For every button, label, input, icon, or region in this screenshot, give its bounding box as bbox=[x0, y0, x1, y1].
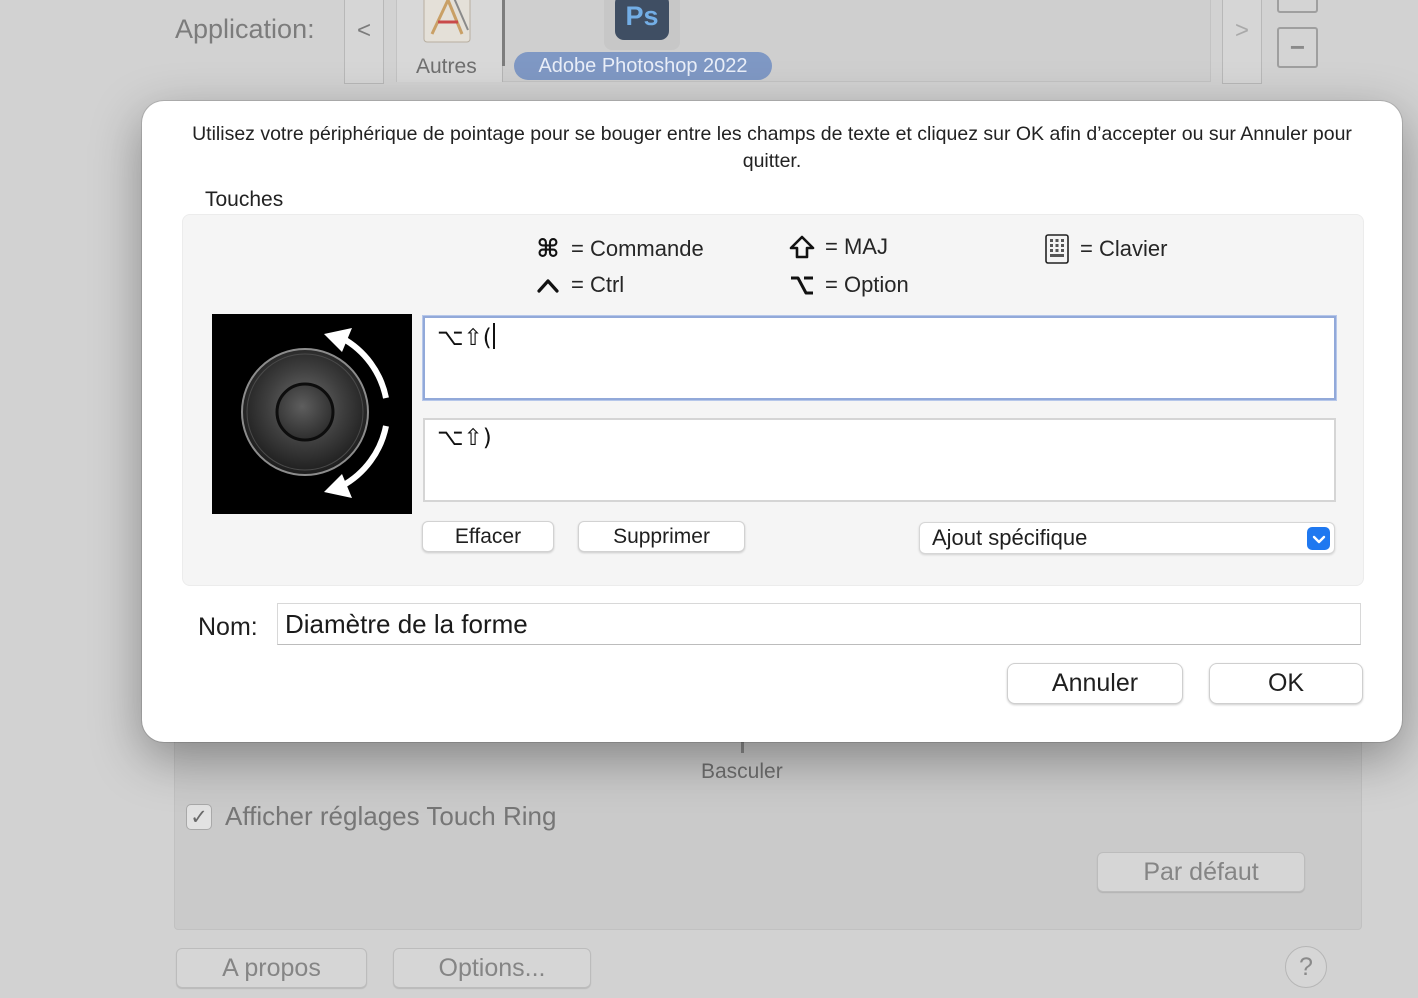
applications-folder-icon bbox=[423, 0, 471, 43]
application-label: Application: bbox=[175, 14, 315, 44]
dialog-instructions: Utilisez votre périphérique de pointage … bbox=[192, 123, 1352, 172]
keys-group-title: Touches bbox=[205, 188, 284, 211]
legend-shift-label: = MAJ bbox=[825, 234, 888, 259]
app-scroll-right-button[interactable]: > bbox=[1222, 0, 1262, 84]
legend-option-label: = Option bbox=[825, 272, 909, 297]
keyboard-icon bbox=[1042, 234, 1072, 264]
about-button[interactable]: A propos bbox=[176, 948, 367, 988]
app-label-autres: Autres bbox=[416, 55, 477, 78]
legend-keyboard: = Clavier bbox=[1042, 234, 1167, 264]
name-field[interactable]: Diamètre de la forme bbox=[277, 603, 1361, 645]
keystroke-dialog: Utilisez votre périphérique de pointage … bbox=[142, 101, 1402, 742]
show-touch-ring-settings-checkbox[interactable]: ✓ bbox=[186, 804, 212, 830]
counterclockwise-keystroke-value: ⌥⇧) bbox=[437, 425, 492, 451]
special-add-select[interactable]: Ajout spécifique bbox=[919, 522, 1335, 554]
touch-ring-rotation-icon bbox=[212, 314, 412, 514]
legend-control: = Ctrl bbox=[533, 272, 624, 298]
special-add-select-value: Ajout spécifique bbox=[932, 525, 1088, 550]
rotate-label: Basculer bbox=[701, 760, 783, 783]
shift-icon bbox=[787, 235, 817, 259]
delete-button[interactable]: Supprimer bbox=[578, 521, 745, 552]
options-button[interactable]: Options... bbox=[393, 948, 591, 988]
legend-command: ⌘ = Commande bbox=[533, 234, 704, 264]
option-icon bbox=[787, 274, 817, 296]
app-scroll-left-button[interactable]: < bbox=[344, 0, 384, 84]
chevron-down-icon[interactable] bbox=[1307, 527, 1330, 550]
clear-button[interactable]: Effacer bbox=[422, 521, 554, 552]
legend-option: = Option bbox=[787, 272, 909, 298]
cancel-button[interactable]: Annuler bbox=[1007, 663, 1183, 704]
app-list-divider bbox=[502, 0, 505, 66]
photoshop-app-icon: Ps bbox=[615, 0, 669, 40]
legend-command-label: = Commande bbox=[571, 236, 704, 261]
clockwise-keystroke-value: ⌥⇧( bbox=[437, 325, 492, 351]
app-label-photoshop[interactable]: Adobe Photoshop 2022 bbox=[514, 52, 772, 80]
legend-control-label: = Ctrl bbox=[571, 272, 625, 297]
ok-button[interactable]: OK bbox=[1209, 663, 1363, 704]
control-icon bbox=[533, 275, 563, 295]
legend-shift: = MAJ bbox=[787, 234, 888, 260]
counterclockwise-keystroke-field[interactable]: ⌥⇧) bbox=[423, 418, 1336, 502]
add-application-button[interactable]: + bbox=[1277, 0, 1318, 13]
text-caret bbox=[492, 323, 495, 349]
remove-application-button[interactable]: − bbox=[1277, 27, 1318, 68]
help-button[interactable]: ? bbox=[1285, 946, 1327, 988]
clockwise-keystroke-field[interactable]: ⌥⇧( bbox=[423, 316, 1336, 400]
default-button[interactable]: Par défaut bbox=[1097, 852, 1305, 892]
command-icon: ⌘ bbox=[536, 235, 560, 263]
show-touch-ring-settings-label: Afficher réglages Touch Ring bbox=[225, 801, 557, 831]
legend-keyboard-label: = Clavier bbox=[1080, 236, 1168, 261]
name-label: Nom: bbox=[198, 613, 258, 641]
